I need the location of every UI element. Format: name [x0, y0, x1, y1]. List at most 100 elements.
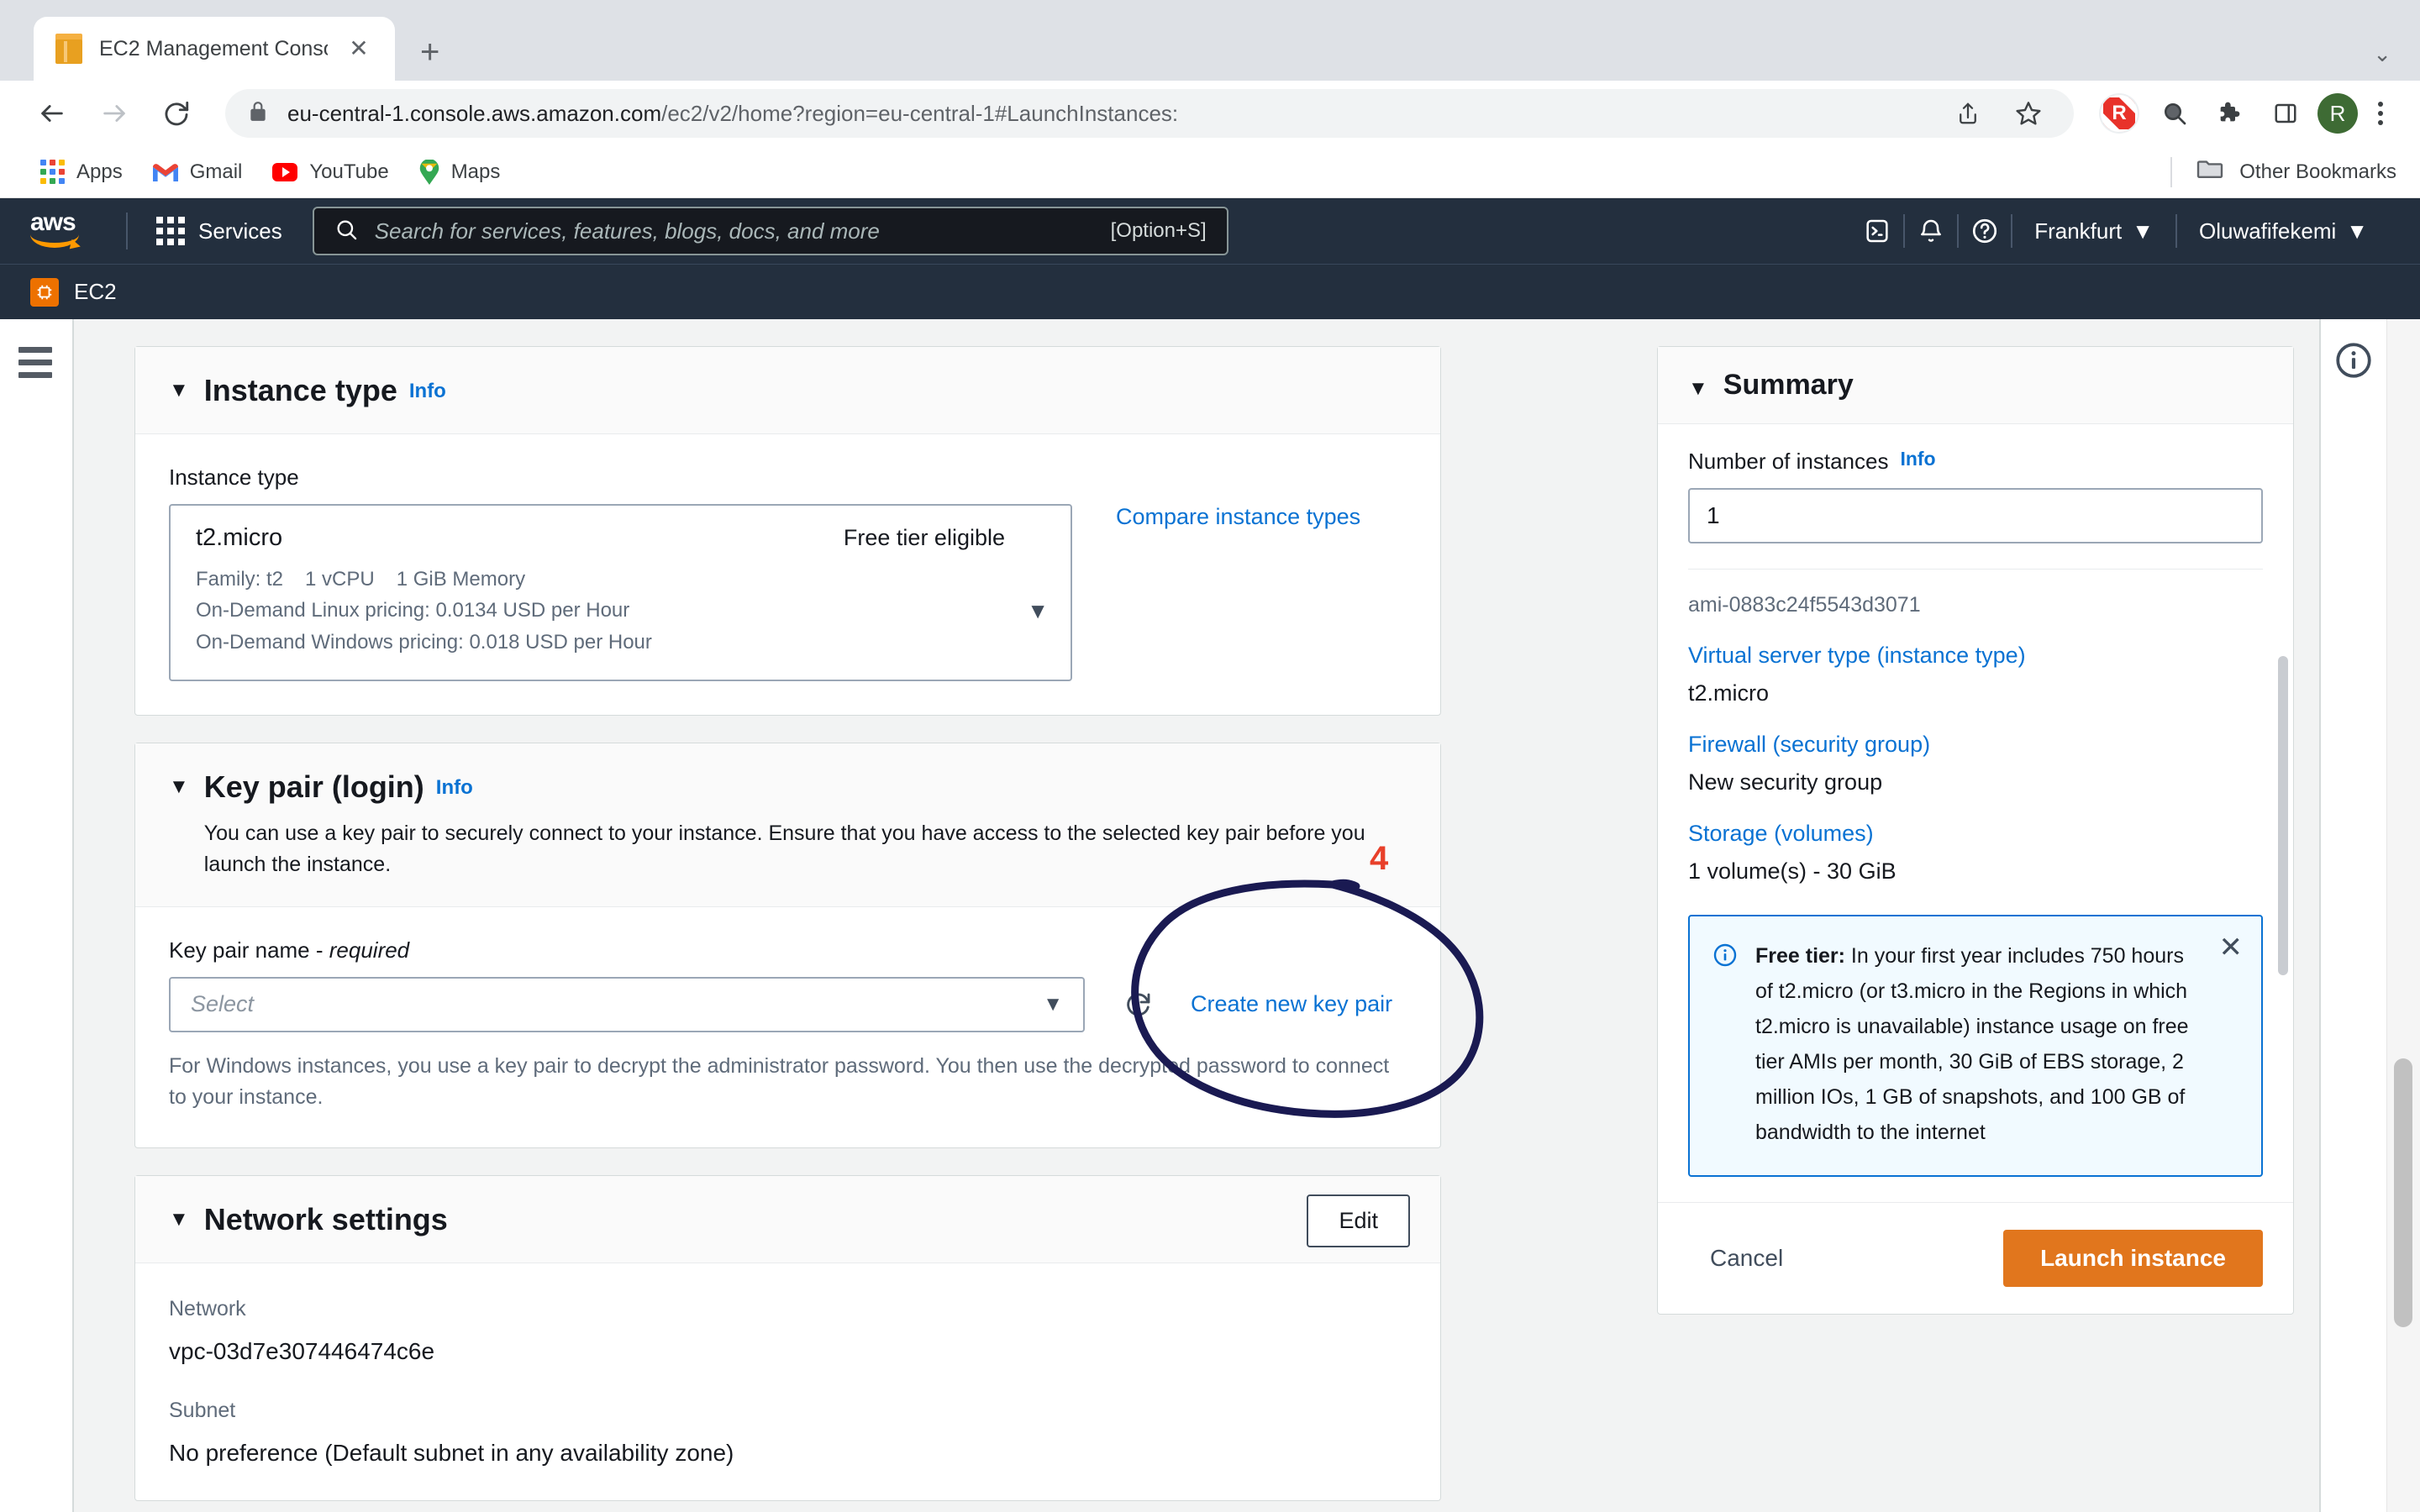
account-label: Oluwafifekemi — [2198, 218, 2337, 244]
instance-vcpu: 1 vCPU — [305, 568, 375, 591]
aws-logo[interactable]: aws — [30, 210, 89, 250]
edit-button[interactable]: Edit — [1307, 1194, 1410, 1247]
summary-card: ▼ Summary Number of instancesInfo ami-08… — [1657, 346, 2294, 1315]
collapse-caret-icon[interactable]: ▼ — [169, 379, 189, 402]
apps-grid-icon — [40, 160, 65, 184]
rc-extension-letter: R — [2112, 102, 2127, 124]
number-of-instances-label: Number of instances Info — [1688, 448, 1936, 474]
chevron-down-icon: ▼ — [2132, 218, 2154, 244]
tab-search-chevron-icon[interactable]: ⌄ — [2373, 41, 2391, 67]
free-tier-alert: Free tier: In your first year includes 7… — [1688, 915, 2263, 1177]
network-settings-card: ▼ Network settings Edit Network vpc-03d7… — [134, 1174, 1441, 1502]
network-settings-body: Network vpc-03d7e307446474c6e Subnet No … — [135, 1263, 1440, 1500]
breadcrumb-ec2[interactable]: EC2 — [74, 279, 117, 305]
summary-value-firewall: New security group — [1688, 769, 1883, 795]
close-icon[interactable]: ✕ — [2219, 933, 2244, 962]
instance-type-row: t2.micro Free tier eligible Family: t2 1 … — [169, 504, 1407, 681]
cloudshell-icon[interactable] — [1851, 205, 1903, 257]
summary-value-instance-type: t2.micro — [1688, 680, 1770, 706]
info-link[interactable]: Info — [409, 380, 446, 402]
address-bar[interactable]: eu-central-1.console.aws.amazon.com/ec2/… — [225, 89, 2074, 138]
tab-close-icon[interactable]: ✕ — [345, 37, 373, 60]
info-link[interactable]: Info — [1900, 448, 1935, 470]
account-menu[interactable]: Oluwafifekemi ▼ — [2177, 218, 2390, 244]
instance-type-field-label: Instance type — [169, 465, 299, 491]
right-column: ▼ Summary Number of instancesInfo ami-08… — [1657, 346, 2294, 1315]
instance-type-top: t2.micro Free tier eligible — [196, 524, 1045, 552]
subnet-label: Subnet — [169, 1399, 236, 1423]
free-tier-badge: Free tier eligible — [843, 525, 1005, 551]
summary-inner-scrollbar-thumb[interactable] — [2278, 656, 2288, 975]
forward-button[interactable] — [87, 87, 141, 140]
services-menu-button[interactable]: Services — [146, 210, 292, 252]
refresh-icon[interactable] — [1123, 990, 1154, 1020]
aws-search-bar[interactable]: Search for services, features, blogs, do… — [312, 207, 1228, 255]
bookmark-youtube[interactable]: YouTube — [257, 154, 403, 191]
puzzle-extensions-icon[interactable] — [2207, 90, 2254, 137]
free-tier-alert-body: In your first year includes 750 hours of… — [1755, 944, 2189, 1144]
url-domain: eu-central-1.console.aws.amazon.com — [287, 100, 662, 126]
bookmark-label: Maps — [450, 160, 501, 183]
reload-button[interactable] — [150, 87, 203, 140]
cancel-button[interactable]: Cancel — [1688, 1233, 1805, 1284]
collapse-caret-icon[interactable]: ▼ — [169, 1208, 189, 1231]
key-pair-select[interactable]: Select ▼ — [169, 976, 1085, 1032]
summary-link-instance-type[interactable]: Virtual server type (instance type) — [1688, 643, 2263, 669]
gmail-icon — [152, 162, 178, 183]
side-panel-icon[interactable] — [2262, 90, 2309, 137]
bookmark-label: Apps — [76, 160, 123, 183]
compare-instance-types-link[interactable]: Compare instance types — [1116, 504, 1360, 530]
bookmark-star-icon[interactable] — [2005, 90, 2052, 137]
summary-link-storage[interactable]: Storage (volumes) — [1688, 821, 2263, 847]
browser-toolbar: eu-central-1.console.aws.amazon.com/ec2/… — [0, 81, 2420, 146]
create-new-key-pair-link[interactable]: Create new key pair — [1191, 991, 1392, 1017]
page-scrollbar-thumb[interactable] — [2394, 1058, 2412, 1327]
question-circle-icon[interactable] — [1959, 205, 2011, 257]
magnifier-extension-icon[interactable] — [2151, 90, 2198, 137]
bookmark-label: YouTube — [309, 160, 389, 183]
launch-instance-button[interactable]: Launch instance — [2003, 1230, 2263, 1287]
chevron-down-icon: ▼ — [1043, 992, 1063, 1016]
number-of-instances-input[interactable] — [1688, 488, 2263, 543]
summary-link-firewall[interactable]: Firewall (security group) — [1688, 732, 2263, 758]
bookmark-apps[interactable]: Apps — [25, 153, 138, 191]
required-marker: required — [329, 937, 410, 963]
collapse-caret-icon[interactable]: ▼ — [1688, 377, 1708, 401]
page-scrollbar[interactable] — [2386, 319, 2420, 1512]
folder-icon — [2196, 157, 2224, 186]
share-icon[interactable] — [1944, 90, 1991, 137]
chevron-down-icon[interactable]: ▼ — [1027, 598, 1049, 624]
aws-logo-smile — [30, 234, 79, 248]
collapse-caret-icon[interactable]: ▼ — [169, 775, 189, 799]
instance-type-body: Instance type t2.micro Free tier eligibl… — [135, 434, 1440, 715]
hamburger-menu-icon[interactable] — [18, 347, 52, 385]
tab-title: EC2 Management Console — [99, 36, 328, 60]
network-value: vpc-03d7e307446474c6e — [169, 1338, 435, 1365]
network-settings-title: Network settings — [203, 1201, 448, 1236]
profile-avatar[interactable]: R — [2317, 93, 2358, 134]
browser-window: EC2 Management Console ✕ + ⌄ eu-central-… — [0, 0, 2420, 1512]
other-bookmarks-button[interactable]: Other Bookmarks — [2170, 156, 2396, 187]
new-tab-button[interactable]: + — [420, 35, 439, 69]
browser-tab[interactable]: EC2 Management Console ✕ — [34, 17, 395, 81]
aws-cube-favicon-icon — [55, 34, 82, 64]
browser-tabstrip: EC2 Management Console ✕ + ⌄ — [0, 0, 2420, 81]
instance-type-select[interactable]: t2.micro Free tier eligible Family: t2 1 … — [169, 504, 1072, 681]
search-icon — [334, 218, 358, 245]
bookmark-label: Gmail — [189, 160, 243, 183]
key-pair-card: ▼ Key pair (login) Info You can use a key… — [134, 742, 1441, 1148]
back-button[interactable] — [25, 87, 79, 140]
summary-inner-scrollbar[interactable] — [2278, 589, 2288, 975]
instance-type-header: ▼ Instance type Info — [135, 347, 1440, 435]
rc-extension-icon[interactable]: R — [2096, 90, 2143, 137]
info-link[interactable]: Info — [436, 776, 473, 799]
region-selector[interactable]: Frankfurt ▼ — [2012, 218, 2175, 244]
browser-menu-icon[interactable] — [2366, 102, 2395, 125]
chevron-down-icon: ▼ — [2346, 218, 2368, 244]
free-tier-alert-text: Free tier: In your first year includes 7… — [1755, 938, 2201, 1150]
bell-icon[interactable] — [1905, 205, 1957, 257]
bookmark-gmail[interactable]: Gmail — [138, 154, 258, 191]
info-circle-icon[interactable] — [2333, 339, 2375, 386]
bookmark-maps[interactable]: Maps — [404, 153, 516, 192]
search-input[interactable]: Search for services, features, blogs, do… — [375, 218, 1094, 244]
